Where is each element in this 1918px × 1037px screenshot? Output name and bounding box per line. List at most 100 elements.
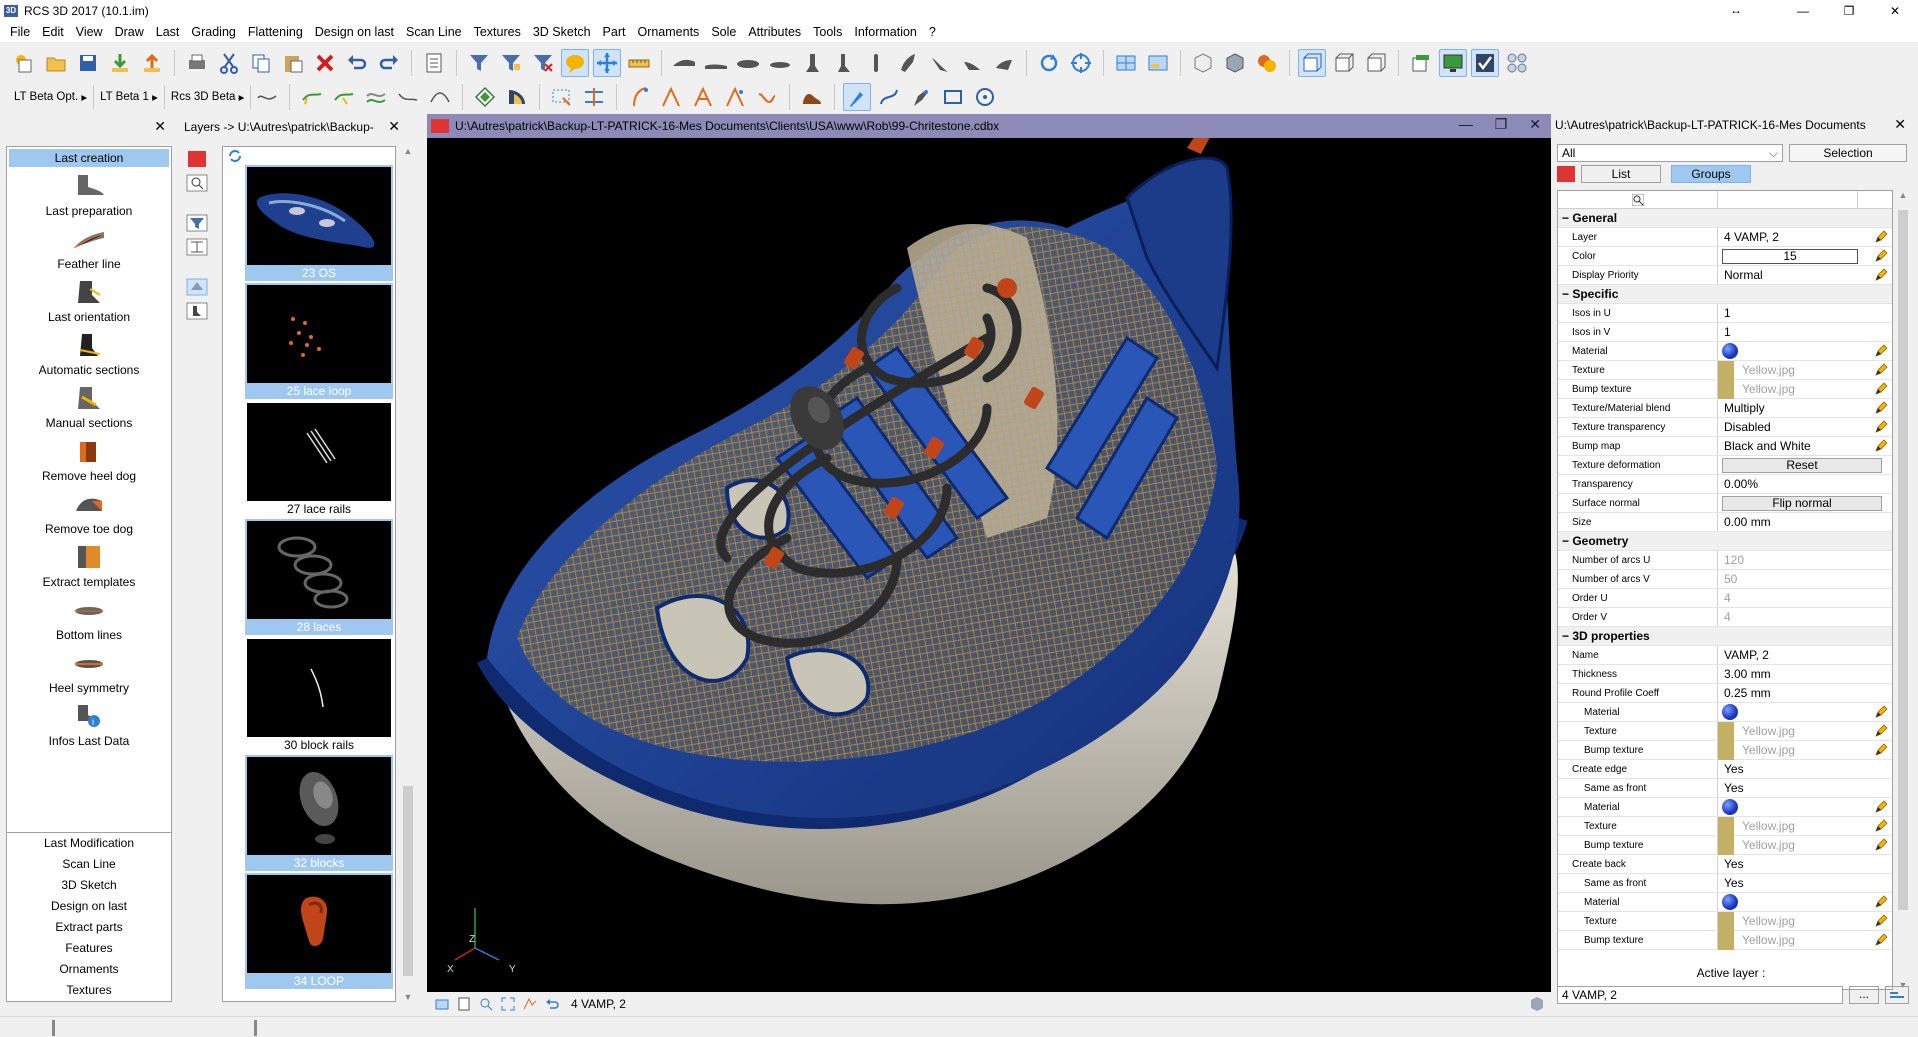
render-icon[interactable] (1529, 996, 1545, 1015)
curve-tool-3-icon[interactable] (330, 83, 358, 111)
target-icon[interactable] (1067, 49, 1095, 77)
property-value-cell[interactable]: 4 (1718, 608, 1892, 626)
property-row[interactable]: Same as front Yes (1558, 874, 1892, 893)
property-value-cell[interactable]: Flip normal (1718, 494, 1892, 512)
resize-arrows-icon[interactable]: ↔ (1730, 3, 1742, 17)
last-view-5-icon[interactable] (798, 49, 826, 77)
property-value-cell[interactable]: Multiply (1718, 399, 1892, 417)
last-view-1-icon[interactable] (670, 49, 698, 77)
menu-help[interactable]: ? (923, 25, 942, 39)
layer-filter-icon[interactable] (184, 214, 210, 232)
filter-dropdown[interactable]: All ⌵ (1557, 144, 1783, 162)
property-value-cell[interactable] (1718, 893, 1892, 911)
property-value-cell[interactable]: Yellow.jpg (1718, 835, 1892, 855)
section-label[interactable]: − Specific (1558, 285, 1892, 303)
viewport-minimize-button[interactable]: — (1459, 116, 1473, 133)
shading-icon[interactable] (1253, 49, 1281, 77)
property-row[interactable]: Bump texture Yellow.jpg (1558, 740, 1892, 760)
layer-thumb[interactable]: 30 block rails (245, 637, 393, 753)
grid-dots-icon[interactable] (1503, 49, 1531, 77)
menu-draw[interactable]: Draw (109, 25, 150, 39)
delete-icon[interactable] (311, 49, 339, 77)
property-value-cell[interactable]: Normal (1718, 266, 1892, 284)
remove-toe-dog-item[interactable]: Remove toe dog (7, 487, 171, 540)
curve-tool-5-icon[interactable] (394, 83, 422, 111)
property-row[interactable]: Material (1558, 893, 1892, 912)
draw-line-1-icon[interactable] (625, 83, 653, 111)
save-icon[interactable] (74, 49, 102, 77)
menu-ornaments[interactable]: Ornaments (631, 25, 705, 39)
lt-beta-1-dropdown[interactable]: LT Beta 1 ▸ (94, 85, 165, 109)
last-view-11-icon[interactable] (990, 49, 1018, 77)
property-value-cell[interactable]: 0.25 mm (1718, 684, 1892, 702)
layer-stack-icon[interactable] (184, 278, 210, 296)
last-view-10-icon[interactable] (958, 49, 986, 77)
layer-align-icon[interactable] (184, 238, 210, 256)
property-value-cell[interactable]: Yellow.jpg (1718, 721, 1892, 741)
property-row[interactable]: Bump texture Yellow.jpg (1558, 379, 1892, 399)
property-section[interactable]: − 3D properties (1558, 627, 1892, 646)
curve-tool-1-icon[interactable] (253, 83, 281, 111)
last-view-4-icon[interactable] (766, 49, 794, 77)
measure-ruler-icon[interactable] (625, 49, 653, 77)
layout-view-icon[interactable] (1144, 49, 1172, 77)
fit-icon[interactable] (500, 996, 516, 1012)
property-value-cell[interactable]: Yellow.jpg (1718, 740, 1892, 760)
menu-file[interactable]: File (4, 25, 36, 39)
move-icon[interactable] (593, 49, 621, 77)
close-icon[interactable]: ✕ (154, 118, 166, 135)
active-layer-field[interactable]: 4 VAMP, 2 (1557, 986, 1843, 1004)
category-scan-line[interactable]: Scan Line (7, 854, 171, 875)
property-row[interactable]: Create back Yes (1558, 855, 1892, 874)
material-sphere-icon[interactable] (1722, 894, 1738, 910)
zoom-icon[interactable] (478, 996, 494, 1012)
material-sphere-icon[interactable] (1722, 343, 1738, 359)
last-view-7-icon[interactable] (862, 49, 890, 77)
last-view-3-icon[interactable] (734, 49, 762, 77)
new-icon[interactable] (10, 49, 38, 77)
redo-icon[interactable] (375, 49, 403, 77)
property-value-cell[interactable]: Disabled (1718, 418, 1892, 436)
curve-tool-2-icon[interactable] (298, 83, 326, 111)
shoe-tool-icon[interactable] (798, 83, 826, 111)
property-row[interactable]: Texture Yellow.jpg (1558, 911, 1892, 931)
property-value-cell[interactable]: Yellow.jpg (1718, 816, 1892, 836)
view-side-icon[interactable] (1362, 49, 1390, 77)
layer-stack-icon[interactable] (471, 83, 499, 111)
category-features[interactable]: Features (7, 938, 171, 959)
property-row[interactable]: Texture Yellow.jpg (1558, 360, 1892, 380)
property-value-cell[interactable]: Reset (1718, 456, 1892, 474)
section-label[interactable]: − General (1558, 209, 1892, 227)
property-value-cell[interactable]: Yellow.jpg (1718, 360, 1892, 380)
layer-shoe-icon[interactable] (184, 302, 210, 320)
layer-thumb[interactable]: 27 lace rails (245, 401, 393, 517)
draw-line-5-icon[interactable] (753, 83, 781, 111)
layer-scrollbar[interactable]: ▲ ▼ (400, 146, 416, 1002)
document-icon[interactable] (420, 49, 448, 77)
menu-design-on-last[interactable]: Design on last (309, 25, 400, 39)
property-value-cell[interactable] (1718, 703, 1892, 721)
last-view-6-icon[interactable] (830, 49, 858, 77)
tab-list[interactable]: List (1581, 165, 1661, 183)
property-value-cell[interactable]: Yes (1718, 855, 1892, 873)
menu-edit[interactable]: Edit (36, 25, 70, 39)
layer-thumb[interactable]: 25 lace loop (245, 283, 393, 399)
property-row[interactable]: Isos in U 1 (1558, 304, 1892, 323)
circle-tool-icon[interactable] (971, 83, 999, 111)
property-row[interactable]: Texture deformation Reset (1558, 456, 1892, 475)
cube-wire-icon[interactable] (1189, 49, 1217, 77)
manual-sections-item[interactable]: Manual sections (7, 381, 171, 434)
category-textures[interactable]: Textures (7, 980, 171, 1001)
shoe-3d-model[interactable] (427, 138, 1551, 992)
view-box-icon[interactable] (1330, 49, 1358, 77)
split-icon[interactable] (580, 83, 608, 111)
browse-button[interactable]: ... (1849, 986, 1879, 1004)
property-row[interactable]: Number of arcs U 120 (1558, 551, 1892, 570)
feather-line-item[interactable]: Feather line (7, 222, 171, 275)
property-row[interactable]: Texture Yellow.jpg (1558, 816, 1892, 836)
extract-templates-item[interactable]: Extract templates (7, 540, 171, 593)
view-front-icon[interactable] (1298, 49, 1326, 77)
layer-thumb[interactable]: 23 OS (245, 165, 393, 281)
search-icon[interactable] (1558, 191, 1718, 208)
close-button[interactable]: ✕ (1872, 0, 1918, 22)
